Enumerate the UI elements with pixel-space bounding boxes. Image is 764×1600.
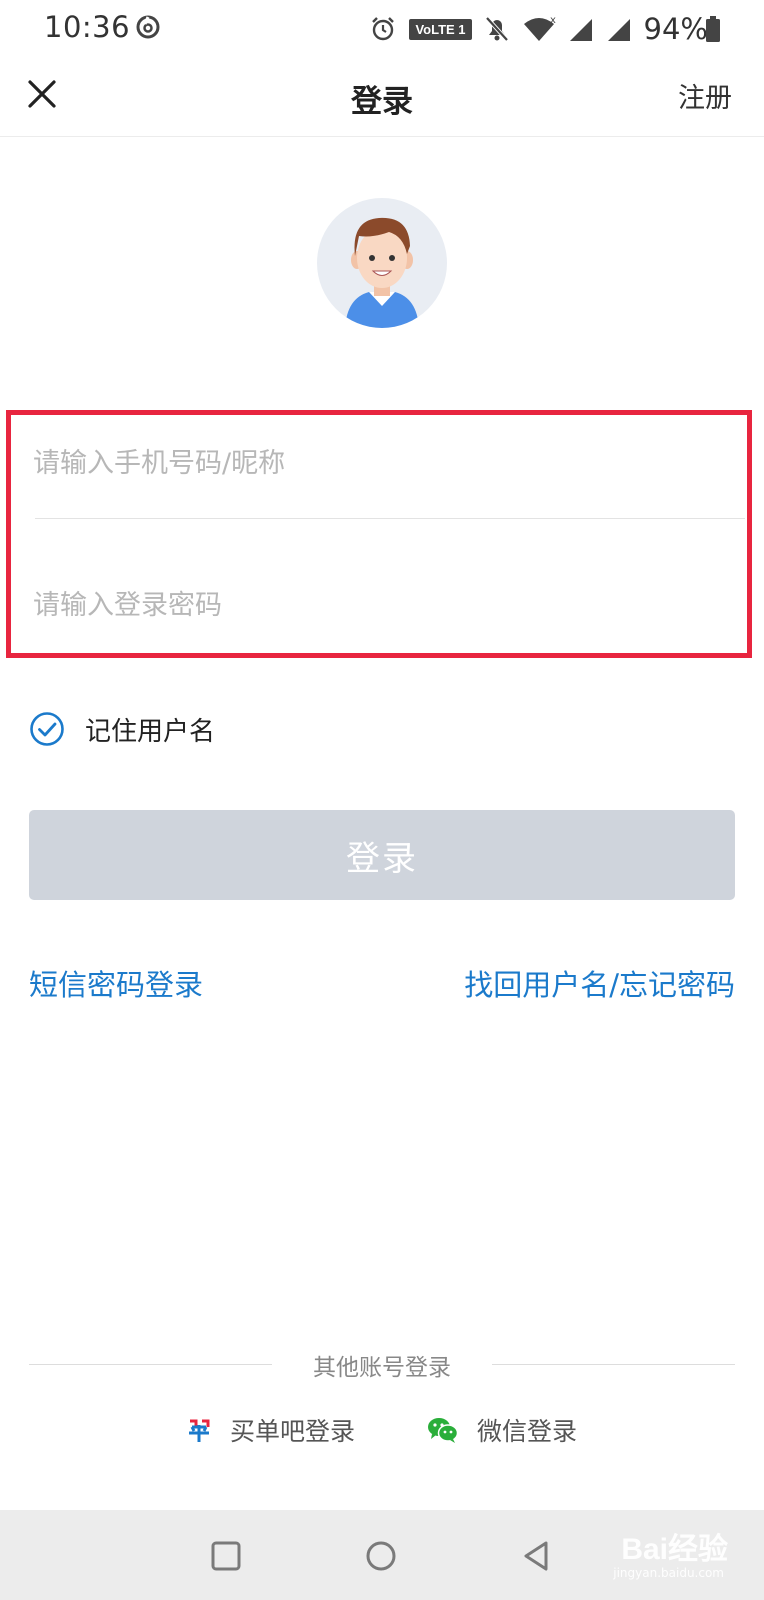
home-button[interactable] [361,1536,401,1576]
svg-text:x: x [550,15,556,26]
back-button[interactable] [516,1536,556,1576]
password-input[interactable] [33,577,733,633]
status-bar: 10:36 VoLTE 1 x 94% [0,0,764,58]
divider-right [492,1364,735,1365]
notifications-off-icon [485,16,509,42]
battery-icon [706,16,720,42]
status-time: 10:36 [44,10,131,44]
signal-icon [569,19,592,41]
maidanba-login-button[interactable]: 买单吧登录 [186,1410,355,1450]
baidu-jingyan-watermark: Bai经验 [621,1533,728,1566]
header: 登录 注册 [0,58,764,137]
remember-username-row[interactable]: 记住用户名 [29,710,215,748]
remember-username-label: 记住用户名 [85,716,216,747]
wifi-icon: x [523,15,556,41]
login-button[interactable]: 登录 [29,810,735,900]
wechat-login-label: 微信登录 [477,1417,578,1446]
avatar [317,198,447,328]
watermark-url: jingyan.baidu.com [613,1566,724,1580]
check-circle-icon[interactable] [29,711,65,747]
default-avatar-icon [345,217,419,328]
sms-login-link[interactable]: 短信密码登录 [29,962,203,1004]
recents-button[interactable] [206,1536,246,1576]
alarm-icon [372,17,395,41]
status-icons: VoLTE 1 x 94% [369,10,708,48]
forgot-password-link[interactable]: 找回用户名/忘记密码 [464,962,735,1004]
maidanba-icon [189,1419,210,1442]
maidanba-login-label: 买单吧登录 [230,1417,356,1446]
login-form-highlight [6,410,752,658]
netease-music-icon [136,15,160,39]
system-nav-bar: Bai经验 jingyan.baidu.com [0,1510,764,1600]
battery-percent: 94% [643,12,708,46]
page-title: 登录 [351,84,413,120]
wechat-icon [428,1418,459,1443]
other-login-title: 其他账号登录 [313,1355,451,1381]
signal-icon-2 [607,19,630,41]
volte-badge: VoLTE 1 [409,18,472,40]
phone-input[interactable] [33,435,733,491]
wechat-login-button[interactable]: 微信登录 [427,1410,577,1450]
register-link[interactable]: 注册 [678,76,732,115]
input-divider [35,518,745,519]
